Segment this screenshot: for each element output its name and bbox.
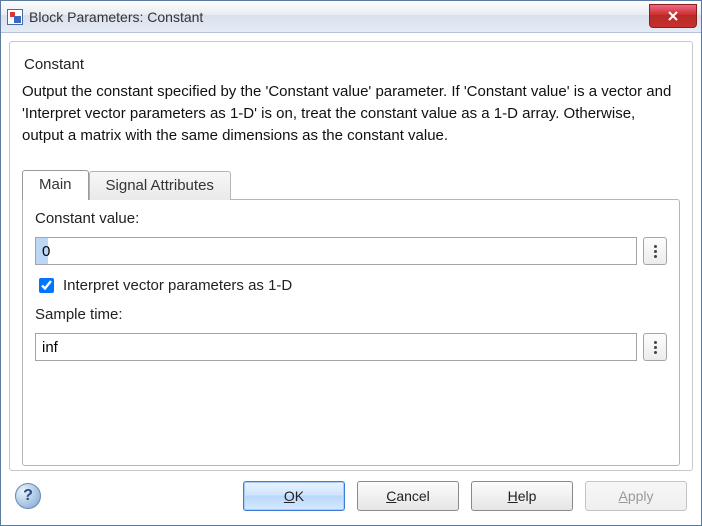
description-group: Constant Output the constant specified b… [22, 52, 680, 170]
tab-main[interactable]: Main [22, 170, 89, 200]
close-icon [667, 10, 679, 22]
app-icon [7, 9, 23, 25]
dialog-window: Block Parameters: Constant Constant Outp… [0, 0, 702, 526]
constant-value-more-button[interactable] [643, 237, 667, 265]
constant-value-row [35, 237, 667, 265]
window-title: Block Parameters: Constant [29, 9, 649, 25]
interpret-row[interactable]: Interpret vector parameters as 1-D [35, 275, 667, 296]
content-frame: Constant Output the constant specified b… [9, 41, 693, 471]
help-button[interactable]: Help [471, 481, 573, 511]
group-label: Constant [22, 56, 680, 73]
client-area: Constant Output the constant specified b… [1, 33, 701, 525]
sample-time-input[interactable] [35, 333, 637, 361]
ok-button[interactable]: OK [243, 481, 345, 511]
titlebar[interactable]: Block Parameters: Constant [1, 1, 701, 33]
cancel-button[interactable]: Cancel [357, 481, 459, 511]
sample-time-row [35, 333, 667, 361]
apply-button[interactable]: Apply [585, 481, 687, 511]
tab-strip: Main Signal Attributes [22, 170, 680, 200]
group-description: Output the constant specified by the 'Co… [22, 81, 680, 146]
help-icon[interactable]: ? [15, 483, 41, 509]
tab-signal-attributes[interactable]: Signal Attributes [89, 171, 231, 200]
button-row: ? OK Cancel Help Apply [9, 471, 693, 517]
sample-time-label: Sample time: [35, 306, 667, 323]
interpret-checkbox[interactable] [39, 278, 54, 293]
sample-time-more-button[interactable] [643, 333, 667, 361]
constant-value-label: Constant value: [35, 210, 667, 227]
constant-value-input[interactable] [35, 237, 637, 265]
close-button[interactable] [649, 4, 697, 28]
tab-panel-main: Constant value: Interpret vector paramet… [22, 199, 680, 466]
interpret-label: Interpret vector parameters as 1-D [63, 277, 292, 294]
